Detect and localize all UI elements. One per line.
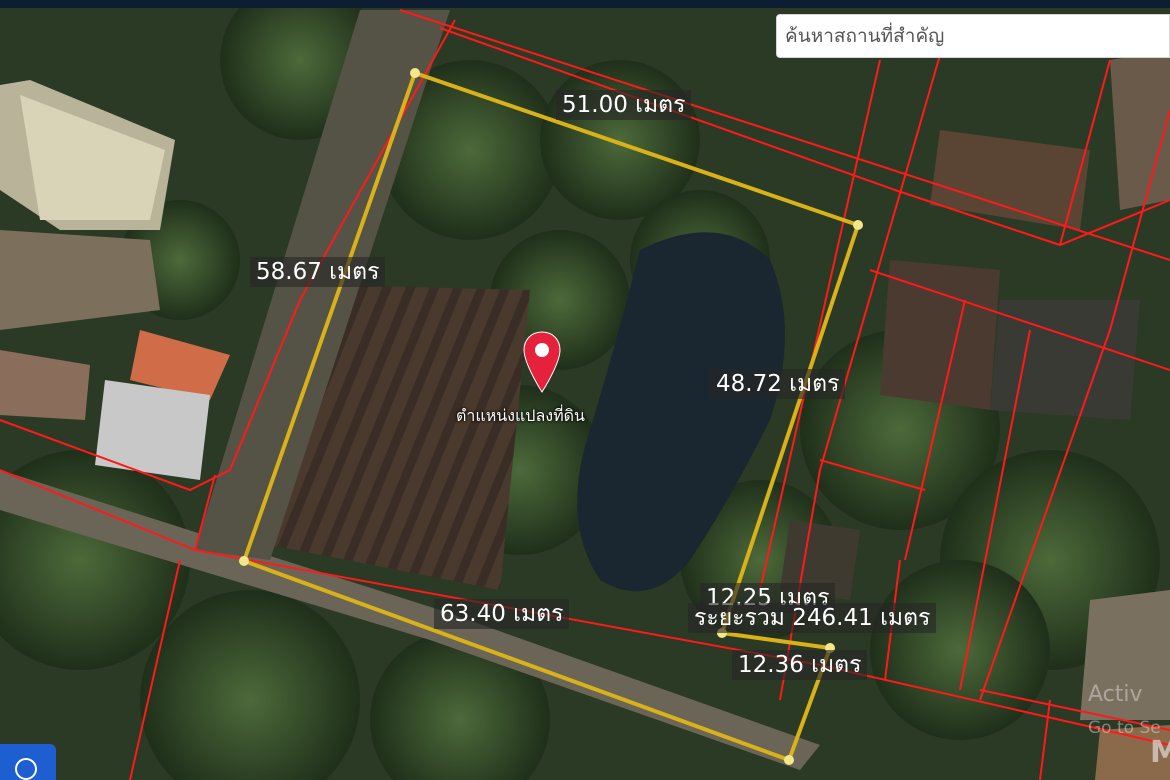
activation-watermark: Activ (1088, 682, 1143, 707)
marker-label: ตำแหน่งแปลงที่ดิน (456, 406, 585, 425)
map-pin-icon[interactable] (522, 330, 562, 394)
measure-label-bottom: 63.40 เมตร (434, 599, 570, 629)
measure-label-total: ระยะรวม 246.41 เมตร (688, 603, 937, 633)
locate-icon (15, 758, 37, 780)
locate-button[interactable] (0, 744, 56, 780)
measure-label-short-bottom: 12.36 เมตร (732, 650, 868, 680)
measure-label-left: 58.67 เมตร (250, 257, 386, 287)
measure-label-right: 48.72 เมตร (710, 369, 846, 399)
search-input[interactable] (776, 14, 1170, 58)
measure-label-top: 51.00 เมตร (556, 90, 692, 120)
watermark-logo: M (1150, 735, 1170, 770)
top-bar (0, 0, 1170, 8)
